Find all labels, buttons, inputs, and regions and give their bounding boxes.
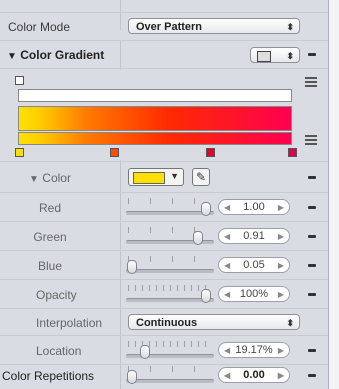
color-swatch — [133, 172, 165, 184]
location-label: Location — [36, 344, 82, 358]
row-color-mode: Color Mode Over Pattern ⬍ — [0, 13, 328, 41]
color-gradient-preview — [18, 132, 292, 145]
popup-arrows-icon: ⬍ — [286, 318, 294, 328]
color-stop-selected[interactable] — [15, 148, 24, 157]
interpolation-label: Interpolation — [36, 316, 103, 330]
stepper-right-icon[interactable]: ▶ — [278, 258, 284, 273]
stepper-right-icon[interactable]: ▶ — [278, 200, 284, 215]
disclosure-triangle-icon: ▼ — [7, 51, 17, 62]
stepper-left-icon[interactable]: ◀ — [224, 200, 230, 215]
slider-knob[interactable] — [127, 260, 137, 274]
remove-minus-icon[interactable] — [308, 53, 316, 56]
stepper-right-icon[interactable]: ▶ — [278, 368, 284, 383]
panel-edge — [329, 0, 339, 389]
disclosure-triangle-icon: ▼ — [29, 174, 39, 185]
remove-minus-icon[interactable] — [308, 206, 316, 209]
color-mode-value: Over Pattern — [136, 21, 203, 33]
interpolation-value: Continuous — [136, 317, 198, 329]
gradient-presets-icon — [257, 51, 271, 62]
slider-knob[interactable] — [201, 202, 211, 216]
row-color-repetitions: Color Repetitions ◀ 0.00 ▶ — [0, 365, 328, 389]
row-opacity: Opacity ◀ 100% ▶ — [0, 280, 328, 309]
row-location: Location ◀ 19.17% ▶ — [0, 336, 328, 365]
location-slider[interactable] — [126, 339, 214, 361]
color-label[interactable]: ▼ Color — [0, 171, 100, 185]
remove-minus-icon[interactable] — [308, 374, 316, 377]
color-gradient-bar — [18, 106, 292, 131]
opacity-stops-menu-icon[interactable] — [305, 77, 317, 89]
slider-knob[interactable] — [127, 370, 137, 384]
gradient-presets-popup[interactable]: ⬍ — [250, 47, 300, 63]
row-color-gradient: ▼ Color Gradient ⬍ — [0, 41, 328, 69]
opacity-slider[interactable] — [126, 283, 214, 305]
stepper-left-icon[interactable]: ◀ — [224, 287, 230, 302]
eyedropper-icon: ✎ — [195, 170, 207, 184]
opacity-bar — [18, 89, 292, 102]
red-label: Red — [38, 201, 61, 215]
color-stop[interactable] — [206, 148, 215, 157]
row-red: Red ◀ 1.00 ▶ — [0, 193, 328, 222]
blue-label: Blue — [37, 259, 63, 273]
opacity-value-field[interactable]: ◀ 100% ▶ — [218, 286, 290, 302]
eyedropper-button[interactable]: ✎ — [192, 168, 210, 186]
stepper-right-icon[interactable]: ▶ — [278, 343, 284, 358]
color-mode-popup[interactable]: Over Pattern ⬍ — [128, 18, 300, 34]
stepper-right-icon[interactable]: ▶ — [278, 229, 284, 244]
color-stops-menu-icon[interactable] — [305, 135, 317, 147]
remove-minus-icon[interactable] — [308, 264, 316, 267]
row-color: ▼ Color ▼ ✎ — [0, 162, 328, 193]
location-value-field[interactable]: ◀ 19.17% ▶ — [218, 342, 290, 358]
color-mode-label: Color Mode — [8, 20, 71, 34]
popup-arrows-icon: ⬍ — [286, 51, 294, 61]
chevron-down-icon: ▼ — [170, 171, 179, 181]
slider-knob[interactable] — [140, 345, 150, 359]
blue-value-field[interactable]: ◀ 0.05 ▶ — [218, 257, 290, 273]
row-interpolation: Interpolation Continuous ⬍ — [0, 309, 328, 336]
row-green: Green ◀ 0.91 ▶ — [0, 222, 328, 251]
color-stop[interactable] — [110, 148, 119, 157]
color-repetitions-value-field[interactable]: ◀ 0.00 ▶ — [218, 367, 290, 383]
stepper-left-icon[interactable]: ◀ — [224, 229, 230, 244]
popup-arrows-icon: ⬍ — [286, 22, 294, 32]
stepper-left-icon[interactable]: ◀ — [224, 343, 230, 358]
remove-minus-icon[interactable] — [308, 293, 316, 296]
gradient-editor — [0, 69, 328, 162]
remove-minus-icon[interactable] — [308, 235, 316, 238]
color-stop[interactable] — [288, 148, 297, 157]
color-gradient-label[interactable]: ▼ Color Gradient — [7, 48, 104, 62]
blue-slider[interactable] — [126, 254, 214, 276]
red-value-field[interactable]: ◀ 1.00 ▶ — [218, 199, 290, 215]
interpolation-popup[interactable]: Continuous ⬍ — [128, 314, 300, 330]
remove-minus-icon[interactable] — [308, 176, 316, 179]
slider-knob[interactable] — [193, 231, 203, 245]
stepper-left-icon[interactable]: ◀ — [224, 368, 230, 383]
slider-knob[interactable] — [201, 289, 211, 303]
row-top-clipped — [0, 0, 328, 13]
color-repetitions-label: Color Repetitions — [2, 369, 95, 383]
green-label: Green — [33, 230, 67, 244]
remove-minus-icon[interactable] — [308, 349, 316, 352]
color-swatch-well[interactable]: ▼ — [128, 168, 184, 186]
red-slider[interactable] — [126, 196, 214, 218]
row-blue: Blue ◀ 0.05 ▶ — [0, 251, 328, 280]
green-value-field[interactable]: ◀ 0.91 ▶ — [218, 228, 290, 244]
stepper-right-icon[interactable]: ▶ — [278, 287, 284, 302]
color-repetitions-slider[interactable] — [126, 364, 214, 386]
stepper-left-icon[interactable]: ◀ — [224, 258, 230, 273]
opacity-stop[interactable] — [15, 76, 24, 85]
opacity-label: Opacity — [36, 288, 77, 302]
green-slider[interactable] — [126, 225, 214, 247]
